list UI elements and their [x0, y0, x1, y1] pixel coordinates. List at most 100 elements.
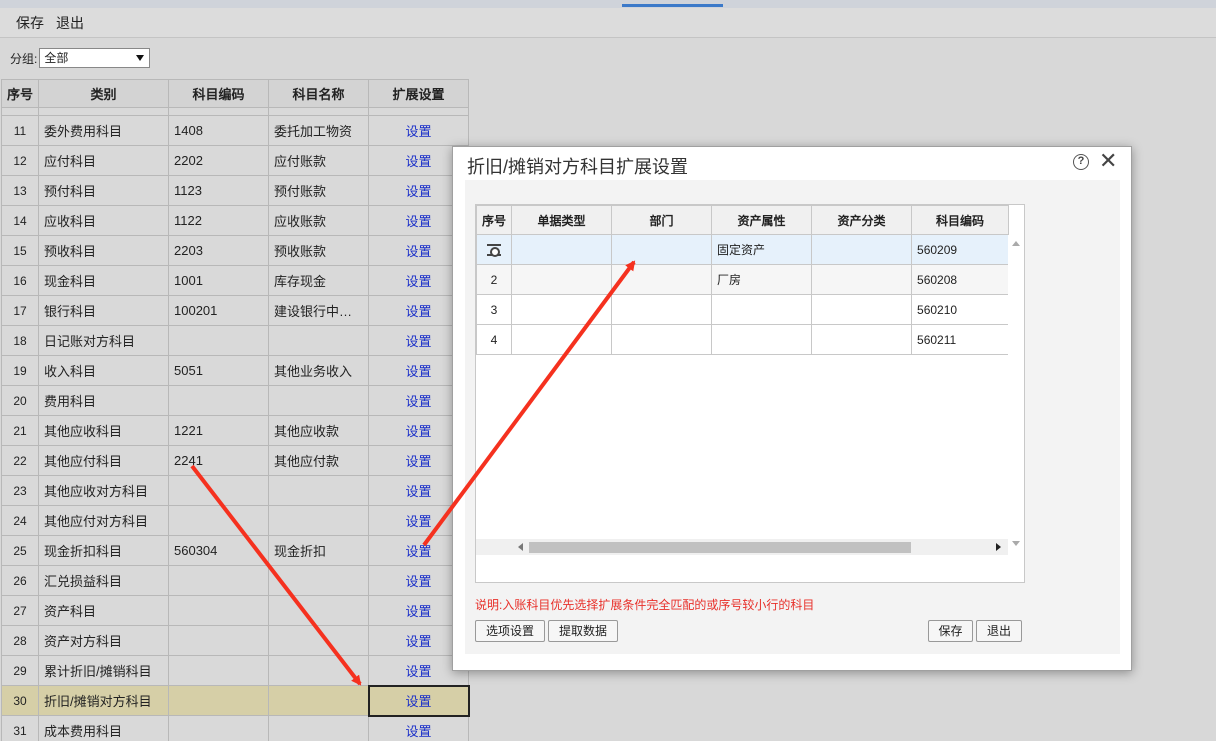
horizontal-scrollbar[interactable] — [476, 539, 1008, 555]
table-row[interactable]: 22 其他应付科目 2241 其他应付款 设置 — [0, 445, 470, 476]
table-row[interactable]: 31 成本费用科目 设置 — [0, 715, 470, 741]
table-row[interactable]: 23 其他应收对方科目 设置 — [0, 475, 470, 506]
table-row[interactable]: 25 现金折扣科目 560304 现金折扣 设置 — [0, 535, 470, 566]
table-row[interactable]: 20 费用科目 设置 — [0, 385, 470, 416]
ext-row-doc-type[interactable] — [511, 264, 613, 295]
row-code: 560304 — [168, 535, 270, 566]
scroll-thumb[interactable] — [529, 542, 911, 553]
ext-row-asset-attr[interactable]: 固定资产 — [711, 234, 813, 265]
table-row[interactable]: 19 收入科目 5051 其他业务收入 设置 — [0, 355, 470, 386]
ext-row-asset-attr[interactable] — [711, 324, 813, 355]
table-row[interactable]: 24 其他应付对方科目 设置 — [0, 505, 470, 536]
ext-row-dept[interactable] — [611, 264, 713, 295]
help-icon[interactable]: ? — [1073, 154, 1089, 170]
vertical-scrollbar[interactable] — [1008, 235, 1024, 548]
extension-row[interactable]: 固定资产 560209 — [475, 234, 1010, 265]
settings-link[interactable]: 设置 — [406, 664, 432, 679]
ext-row-index[interactable]: 3 — [475, 294, 513, 325]
ext-row-asset-class[interactable] — [811, 264, 913, 295]
table-row[interactable]: 18 日记账对方科目 设置 — [0, 325, 470, 356]
row-index: 24 — [0, 505, 40, 536]
table-row[interactable]: 21 其他应收科目 1221 其他应收款 设置 — [0, 415, 470, 446]
table-row[interactable]: 12 应付科目 2202 应付账款 设置 — [0, 145, 470, 176]
close-icon[interactable]: ✕ — [1099, 150, 1117, 172]
ext-row-doc-type[interactable] — [511, 324, 613, 355]
row-category: 其他应收对方科目 — [38, 475, 170, 506]
settings-link[interactable]: 设置 — [406, 214, 432, 229]
table-row[interactable]: 26 汇兑损益科目 设置 — [0, 565, 470, 596]
ext-row-asset-class[interactable] — [811, 294, 913, 325]
fetch-data-button[interactable]: 提取数据 — [548, 620, 618, 642]
settings-link[interactable]: 设置 — [406, 604, 432, 619]
ext-row-asset-class[interactable] — [811, 234, 913, 265]
settings-link[interactable]: 设置 — [406, 634, 432, 649]
row-name — [268, 595, 370, 626]
header-category: 类别 — [38, 79, 170, 108]
settings-link[interactable]: 设置 — [406, 184, 432, 199]
settings-link[interactable]: 设置 — [406, 694, 432, 709]
settings-link[interactable]: 设置 — [406, 454, 432, 469]
ext-row-dept[interactable] — [611, 324, 713, 355]
scroll-right-icon[interactable] — [996, 543, 1001, 551]
ext-row-index[interactable]: 4 — [475, 324, 513, 355]
ext-row-asset-attr[interactable]: 厂房 — [711, 264, 813, 295]
settings-link[interactable]: 设置 — [406, 364, 432, 379]
settings-link[interactable]: 设置 — [406, 334, 432, 349]
ext-row-doc-type[interactable] — [511, 294, 613, 325]
save-button[interactable]: 保存 — [16, 13, 44, 33]
settings-link[interactable]: 设置 — [406, 514, 432, 529]
scroll-left-icon[interactable] — [518, 543, 523, 551]
settings-link[interactable]: 设置 — [406, 154, 432, 169]
group-filter-label: 分组: — [10, 51, 38, 66]
ext-row-code[interactable]: 560211 — [911, 324, 1010, 355]
ext-row-code[interactable]: 560208 — [911, 264, 1010, 295]
row-name — [268, 625, 370, 656]
extension-row[interactable]: 2 厂房 560208 — [475, 264, 1010, 295]
settings-link[interactable]: 设置 — [406, 304, 432, 319]
ext-row-code[interactable]: 560209 — [911, 234, 1010, 265]
table-row[interactable]: 11 委外费用科目 1408 委托加工物资 设置 — [0, 115, 470, 146]
table-row[interactable]: 27 资产科目 设置 — [0, 595, 470, 626]
settings-link[interactable]: 设置 — [406, 724, 432, 739]
table-row[interactable]: 28 资产对方科目 设置 — [0, 625, 470, 656]
table-row[interactable]: 14 应收科目 1122 应收账款 设置 — [0, 205, 470, 236]
ext-row-index[interactable] — [475, 234, 513, 265]
ext-row-asset-class[interactable] — [811, 324, 913, 355]
exit-button[interactable]: 退出 — [56, 13, 84, 33]
row-category: 其他应收科目 — [38, 415, 170, 446]
row-extension[interactable]: 设置 — [367, 684, 470, 717]
table-row[interactable]: 17 银行科目 100201 建设银行中… 设置 — [0, 295, 470, 326]
ext-row-code[interactable]: 560210 — [911, 294, 1010, 325]
group-select[interactable]: 全部 — [39, 48, 151, 68]
table-row[interactable]: 13 预付科目 1123 预付账款 设置 — [0, 175, 470, 206]
extension-row[interactable]: 4 560211 — [475, 324, 1010, 355]
ext-row-index[interactable]: 2 — [475, 264, 513, 295]
settings-link[interactable]: 设置 — [406, 124, 432, 139]
ext-row-doc-type[interactable] — [511, 234, 613, 265]
settings-link[interactable]: 设置 — [406, 394, 432, 409]
extension-row[interactable]: 3 560210 — [475, 294, 1010, 325]
scroll-up-icon[interactable] — [1012, 241, 1020, 246]
settings-link[interactable]: 设置 — [406, 574, 432, 589]
gear-icon[interactable] — [487, 244, 501, 258]
table-row[interactable]: 15 预收科目 2203 预收账款 设置 — [0, 235, 470, 266]
table-row[interactable]: 16 现金科目 1001 库存现金 设置 — [0, 265, 470, 296]
ext-header-index: 序号 — [475, 205, 513, 235]
ext-row-dept[interactable] — [611, 294, 713, 325]
options-settings-button[interactable]: 选项设置 — [475, 620, 545, 642]
scroll-down-icon[interactable] — [1012, 541, 1020, 546]
settings-link[interactable]: 设置 — [406, 484, 432, 499]
ext-row-dept[interactable] — [611, 234, 713, 265]
ext-row-asset-attr[interactable] — [711, 294, 813, 325]
dialog-save-button[interactable]: 保存 — [928, 620, 973, 642]
table-row[interactable]: 29 累计折旧/摊销科目 设置 — [0, 655, 470, 686]
table-row[interactable]: 30 折旧/摊销对方科目 设置 — [0, 684, 470, 717]
settings-link[interactable]: 设置 — [406, 244, 432, 259]
dialog-exit-button[interactable]: 退出 — [976, 620, 1022, 642]
settings-link[interactable]: 设置 — [406, 274, 432, 289]
row-index: 31 — [0, 715, 40, 741]
row-extension[interactable]: 设置 — [368, 115, 470, 146]
settings-link[interactable]: 设置 — [406, 544, 432, 559]
settings-link[interactable]: 设置 — [406, 424, 432, 439]
row-extension[interactable]: 设置 — [368, 715, 470, 741]
